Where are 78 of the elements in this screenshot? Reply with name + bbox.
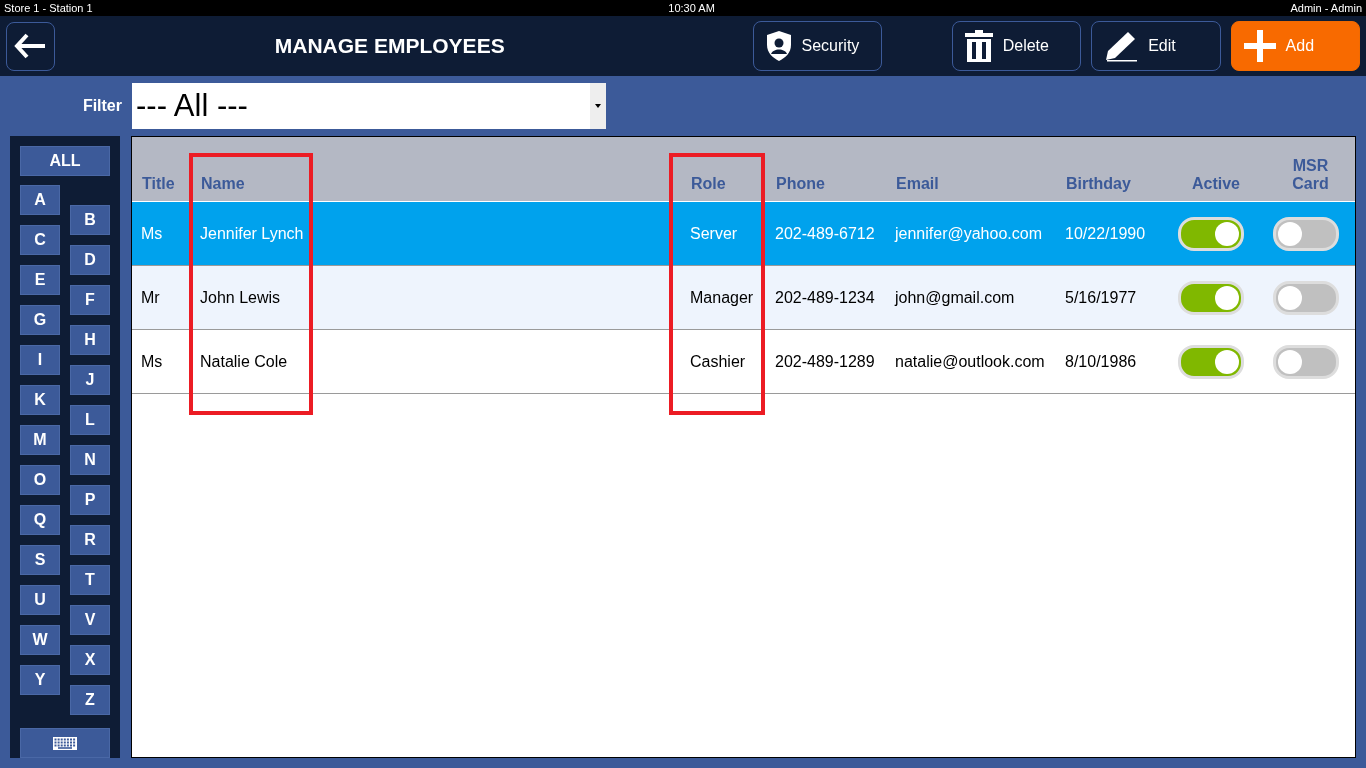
phone-text: 202-489-1289 [775,352,875,371]
email-text: jennifer@yahoo.com [895,224,1042,243]
msr-card-toggle[interactable] [1272,280,1339,315]
letter-button[interactable]: I [20,345,60,375]
letter-button[interactable]: C [20,225,60,255]
email-text: natalie@outlook.com [895,352,1045,371]
edit-button[interactable]: Edit [1091,21,1221,71]
all-letters-button[interactable]: ALL [20,146,110,176]
letter-button[interactable]: E [20,265,60,295]
name-text: Jennifer Lynch [200,224,304,243]
letter-button[interactable]: Q [20,505,60,535]
role-text: Manager [690,288,754,307]
letter-button[interactable]: D [70,245,110,275]
letter-button[interactable]: H [70,325,110,355]
security-button[interactable]: Security [752,21,882,71]
letter-button[interactable]: W [20,625,60,655]
keyboard-button[interactable] [20,728,110,758]
employee-row[interactable]: Mr John Lewis Manager 202-489-1234 john@gmail.com 5/16/1977 [132,266,1355,330]
role-text: Cashier [690,352,746,371]
letter-button[interactable]: P [70,485,110,515]
birthday-text: 10/22/1990 [1065,224,1146,243]
column-header: Active [1192,175,1240,193]
name-text: Natalie Cole [200,352,288,371]
plus-icon [1243,30,1276,62]
delete-button[interactable]: Delete [951,21,1082,71]
column-header: Role [691,175,726,193]
letter-button[interactable]: S [20,545,60,575]
title-text: Ms [141,352,163,371]
title-text: Ms [141,224,163,243]
role-text: Server [690,224,738,243]
active-toggle[interactable] [1178,344,1244,379]
name-text: John Lewis [200,288,281,307]
filter-dropdown[interactable]: --- All --- [132,83,606,129]
letter-button[interactable]: X [70,645,110,675]
station-label: Store 1 - Station 1 [4,2,93,14]
column-header: Birthday [1066,175,1131,193]
column-header: Email [896,175,939,193]
keyboard-icon [53,736,77,750]
letter-button[interactable]: Z [70,685,110,715]
letter-button[interactable]: G [20,305,60,335]
msr-card-toggle[interactable] [1272,344,1339,379]
phone-text: 202-489-6712 [775,224,875,243]
letter-button[interactable]: T [70,565,110,595]
back-arrow-icon [14,33,47,59]
clock: 10:30 AM [668,2,715,14]
letter-button[interactable]: N [70,445,110,475]
active-toggle[interactable] [1178,280,1244,315]
active-toggle[interactable] [1178,216,1244,251]
caret-icon [595,104,601,108]
letter-button[interactable]: Y [20,665,60,695]
letter-button[interactable]: U [20,585,60,615]
letter-button[interactable]: M [20,425,60,455]
letter-button[interactable]: B [70,205,110,235]
column-header: Phone [776,175,825,193]
back-button[interactable] [6,21,55,71]
trash-icon [964,30,993,62]
page-title: MANAGE EMPLOYEES [274,34,506,58]
phone-text: 202-489-1234 [775,288,875,307]
letter-button[interactable]: J [70,365,110,395]
letter-button[interactable]: V [70,605,110,635]
letter-button[interactable]: R [70,525,110,555]
email-text: john@gmail.com [895,288,1015,307]
user-label: Admin - Admin [1290,2,1362,14]
letter-button[interactable]: O [20,465,60,495]
title-text: Mr [141,288,160,307]
column-header: Name [201,175,245,193]
birthday-text: 8/10/1986 [1065,352,1137,371]
letter-button[interactable]: L [70,405,110,435]
filter-label: Filter [81,97,123,115]
letter-button[interactable]: K [20,385,60,415]
column-header: MSR Card [1291,157,1330,193]
shield-icon [765,30,792,62]
pencil-icon [1104,30,1139,62]
letter-button[interactable]: A [20,185,60,215]
birthday-text: 5/16/1977 [1065,288,1137,307]
msr-card-toggle[interactable] [1272,216,1339,251]
column-header: Title [142,175,175,193]
letter-button[interactable]: F [70,285,110,315]
